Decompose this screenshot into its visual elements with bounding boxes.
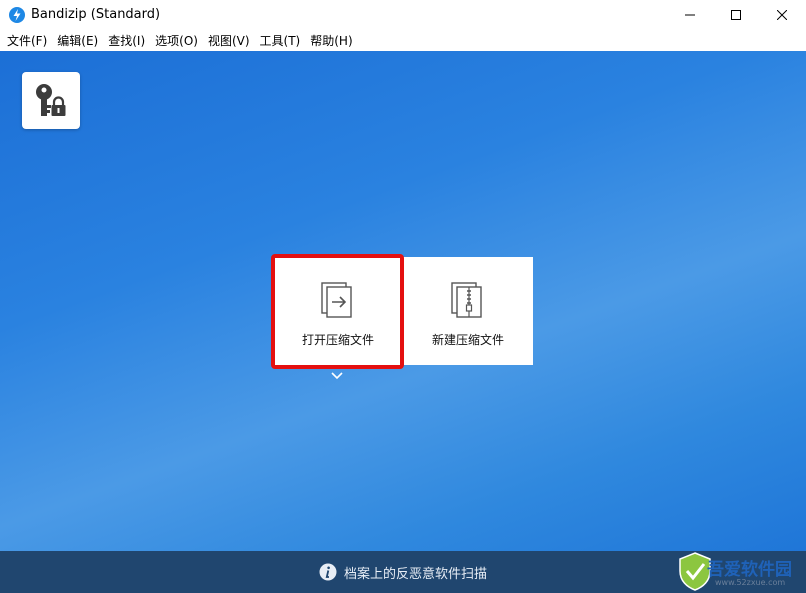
menu-options[interactable]: 选项(O) [151, 31, 202, 51]
menu-help[interactable]: 帮助(H) [306, 31, 356, 51]
watermark-url: www.52zxue.com [715, 578, 786, 587]
status-text[interactable]: 档案上的反恶意软件扫描 [344, 563, 487, 582]
close-button[interactable] [759, 0, 805, 30]
minimize-button[interactable] [667, 0, 713, 30]
password-manager-button[interactable] [22, 72, 80, 129]
watermark-text: 吾爱软件园 [707, 560, 792, 580]
bandizip-logo-icon [9, 7, 25, 23]
menu-bar: 文件(F) 编辑(E) 查找(I) 选项(O) 视图(V) 工具(T) 帮助(H… [0, 30, 806, 51]
close-icon [777, 10, 787, 20]
new-archive-label: 新建压缩文件 [431, 333, 504, 347]
window-title: Bandizip (Standard) [31, 7, 161, 22]
maximize-button[interactable] [713, 0, 759, 30]
chevron-down-icon[interactable] [330, 372, 344, 380]
menu-tools[interactable]: 工具(T) [256, 31, 305, 51]
menu-edit[interactable]: 编辑(E) [53, 31, 102, 51]
menu-view[interactable]: 视图(V) [204, 31, 254, 51]
minimize-icon [685, 14, 695, 16]
maximize-icon [731, 10, 741, 20]
menu-find[interactable]: 查找(I) [104, 31, 149, 51]
title-bar: Bandizip (Standard) [0, 0, 806, 30]
key-lock-icon [36, 83, 66, 116]
highlight-box [271, 254, 404, 369]
main-area: 打开压缩文件 新建压缩文件 [0, 51, 806, 551]
new-archive-icon [451, 282, 482, 318]
new-archive-button[interactable]: 新建压缩文件 [403, 257, 533, 365]
menu-file[interactable]: 文件(F) [3, 31, 51, 51]
info-icon [319, 563, 337, 581]
